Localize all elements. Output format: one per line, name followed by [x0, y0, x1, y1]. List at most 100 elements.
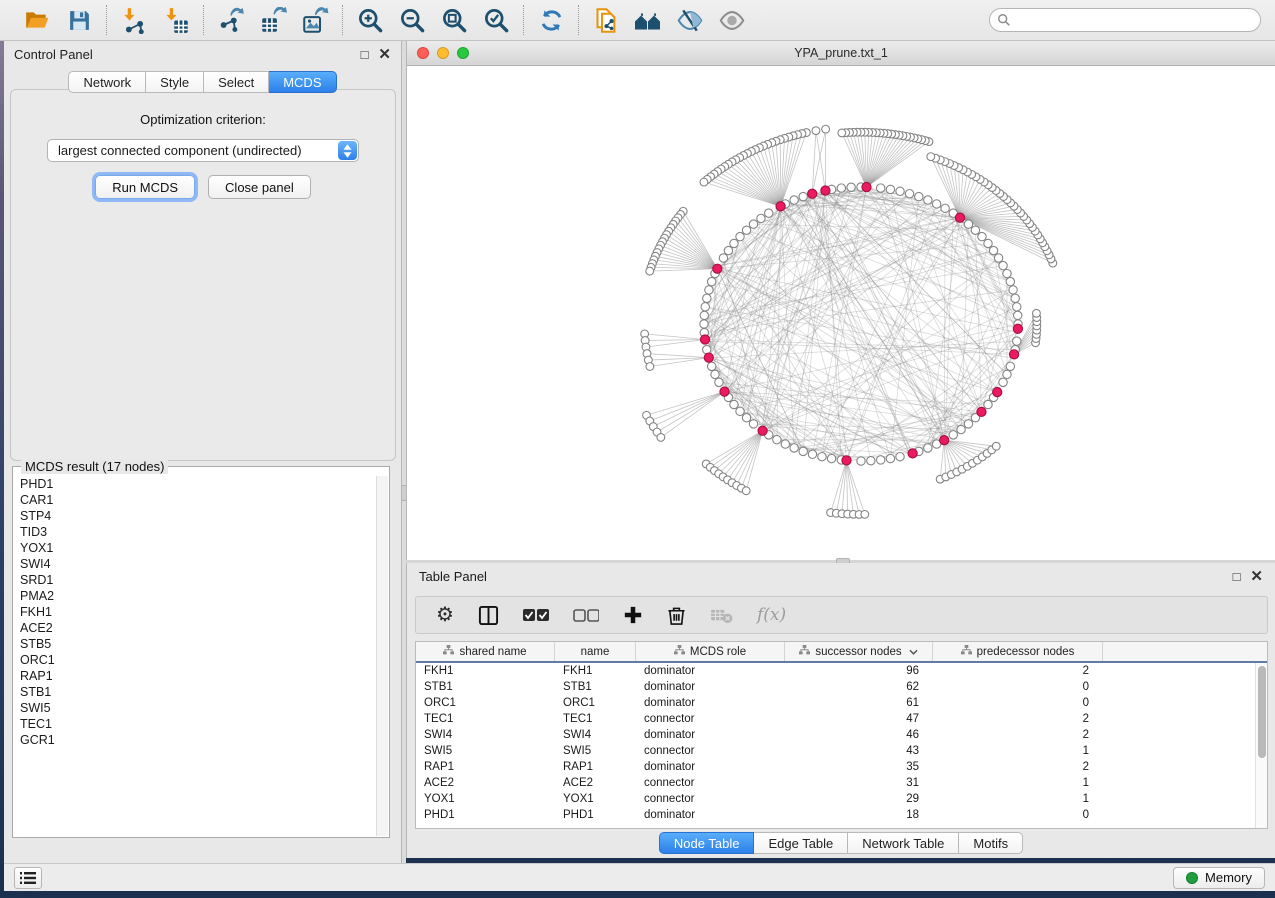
table-panel-title: Table Panel — [419, 569, 487, 584]
close-panel-icon[interactable]: ✕ — [378, 47, 391, 62]
show-graphics-icon[interactable] — [718, 6, 746, 34]
hide-panels-icon[interactable] — [634, 6, 662, 34]
mcds-result-title: MCDS result (17 nodes) — [21, 459, 168, 474]
mcds-result-item[interactable]: RAP1 — [14, 668, 376, 684]
tab-network[interactable]: Network — [68, 71, 146, 93]
clone-network-icon[interactable] — [592, 6, 620, 34]
mcds-result-item[interactable]: FKH1 — [14, 604, 376, 620]
table-row[interactable]: STB1STB1dominator620 — [416, 679, 1267, 695]
cell-predecessor-nodes: 1 — [933, 777, 1103, 789]
columns-icon[interactable] — [478, 605, 499, 626]
zoom-in-icon[interactable] — [356, 6, 384, 34]
optimization-criterion-label: Optimization criterion: — [11, 112, 395, 127]
node-table: shared namenameMCDS rolesuccessor nodesp… — [415, 641, 1268, 829]
tab-mcds[interactable]: MCDS — [269, 71, 336, 93]
cell-successor-nodes: 29 — [785, 793, 933, 805]
tab-motifs[interactable]: Motifs — [959, 832, 1023, 854]
column-type-icon — [961, 645, 972, 659]
mcds-result-item[interactable]: STP4 — [14, 508, 376, 524]
mcds-result-item[interactable]: ACE2 — [14, 620, 376, 636]
mcds-result-item[interactable]: STB1 — [14, 684, 376, 700]
cell-successor-nodes: 46 — [785, 729, 933, 741]
task-history-button[interactable] — [14, 867, 42, 889]
add-column-icon[interactable] — [623, 605, 643, 625]
save-icon[interactable] — [65, 6, 93, 34]
column-header-shared-name[interactable]: shared name — [416, 642, 555, 661]
mcds-result-list[interactable]: PHD1CAR1STP4TID3YOX1SWI4SRD1PMA2FKH1ACE2… — [14, 476, 376, 836]
table-row[interactable]: SWI5SWI5connector431 — [416, 743, 1267, 759]
column-header-successor-nodes[interactable]: successor nodes — [785, 642, 933, 661]
mcds-result-item[interactable]: CAR1 — [14, 492, 376, 508]
table-row[interactable]: YOX1YOX1connector291 — [416, 791, 1267, 807]
table-row[interactable]: ACE2ACE2connector311 — [416, 775, 1267, 791]
mcds-result-scrollbar[interactable] — [376, 476, 388, 836]
mcds-result-item[interactable]: GCR1 — [14, 732, 376, 748]
zoom-out-icon[interactable] — [398, 6, 426, 34]
cell-mcds-role: dominator — [636, 681, 785, 693]
column-header-predecessor-nodes[interactable]: predecessor nodes — [933, 642, 1103, 661]
mcds-result-item[interactable]: SWI5 — [14, 700, 376, 716]
memory-button[interactable]: Memory — [1173, 867, 1265, 889]
search-input[interactable] — [989, 8, 1261, 32]
criterion-select[interactable]: largest connected component (undirected) — [47, 139, 359, 162]
mcds-result-item[interactable]: STB5 — [14, 636, 376, 652]
export-network-icon[interactable] — [217, 6, 245, 34]
select-all-icon[interactable] — [523, 608, 549, 622]
network-canvas[interactable] — [407, 66, 1275, 560]
cell-predecessor-nodes: 1 — [933, 745, 1103, 757]
close-panel-icon[interactable]: ✕ — [1250, 569, 1263, 584]
cell-predecessor-nodes: 2 — [933, 729, 1103, 741]
table-row[interactable]: SWI4SWI4dominator462 — [416, 727, 1267, 743]
mcds-result-item[interactable]: TID3 — [14, 524, 376, 540]
network-window-titlebar[interactable]: YPA_prune.txt_1 — [407, 41, 1275, 66]
tab-network-table[interactable]: Network Table — [848, 832, 959, 854]
table-scrollbar-thumb[interactable] — [1258, 666, 1266, 758]
table-row[interactable]: PHD1PHD1dominator180 — [416, 807, 1267, 823]
run-mcds-button[interactable]: Run MCDS — [95, 175, 195, 199]
zoom-selected-icon[interactable] — [482, 6, 510, 34]
mcds-result-item[interactable]: SWI4 — [14, 556, 376, 572]
cell-successor-nodes: 96 — [785, 665, 933, 677]
mcds-result-item[interactable]: YOX1 — [14, 540, 376, 556]
mcds-result-item[interactable]: SRD1 — [14, 572, 376, 588]
tab-select[interactable]: Select — [204, 71, 269, 93]
table-settings-icon[interactable]: ⚙ — [436, 605, 454, 625]
tab-style[interactable]: Style — [146, 71, 204, 93]
close-panel-button[interactable]: Close panel — [208, 175, 311, 199]
import-network-icon[interactable] — [120, 6, 148, 34]
tab-node-table[interactable]: Node Table — [659, 832, 755, 854]
zoom-fit-icon[interactable] — [440, 6, 468, 34]
birdseye-view-icon[interactable] — [676, 6, 704, 34]
export-image-icon[interactable] — [301, 6, 329, 34]
import-table-icon[interactable] — [162, 6, 190, 34]
table-row[interactable]: RAP1RAP1dominator352 — [416, 759, 1267, 775]
float-panel-icon[interactable]: □ — [1233, 570, 1241, 583]
table-scrollbar[interactable] — [1255, 663, 1267, 828]
mcds-result-item[interactable]: TEC1 — [14, 716, 376, 732]
tab-edge-table[interactable]: Edge Table — [754, 832, 848, 854]
table-toolbar: ⚙ f(x) — [415, 596, 1268, 634]
cell-shared-name: STB1 — [416, 681, 555, 693]
mcds-result-item[interactable]: PMA2 — [14, 588, 376, 604]
float-panel-icon[interactable]: □ — [361, 48, 369, 61]
network-window-title: YPA_prune.txt_1 — [407, 46, 1275, 60]
refresh-layout-icon[interactable] — [537, 6, 565, 34]
delete-column-icon[interactable] — [667, 605, 686, 626]
mcds-result-item[interactable]: ORC1 — [14, 652, 376, 668]
delete-table-disabled-icon — [710, 607, 733, 624]
table-row[interactable]: TEC1TEC1connector472 — [416, 711, 1267, 727]
deselect-all-icon[interactable] — [573, 608, 599, 622]
mcds-result-item[interactable]: PHD1 — [14, 476, 376, 492]
column-type-icon — [674, 645, 685, 659]
column-header-MCDS-role[interactable]: MCDS role — [636, 642, 785, 661]
export-table-icon[interactable] — [259, 6, 287, 34]
open-file-icon[interactable] — [23, 6, 51, 34]
column-header-name[interactable]: name — [555, 642, 636, 661]
cell-mcds-role: connector — [636, 777, 785, 789]
table-row[interactable]: ORC1ORC1dominator610 — [416, 695, 1267, 711]
table-row[interactable]: FKH1FKH1dominator962 — [416, 663, 1267, 679]
cell-successor-nodes: 47 — [785, 713, 933, 725]
cell-shared-name: ACE2 — [416, 777, 555, 789]
cell-shared-name: SWI5 — [416, 745, 555, 757]
cell-predecessor-nodes: 1 — [933, 793, 1103, 805]
